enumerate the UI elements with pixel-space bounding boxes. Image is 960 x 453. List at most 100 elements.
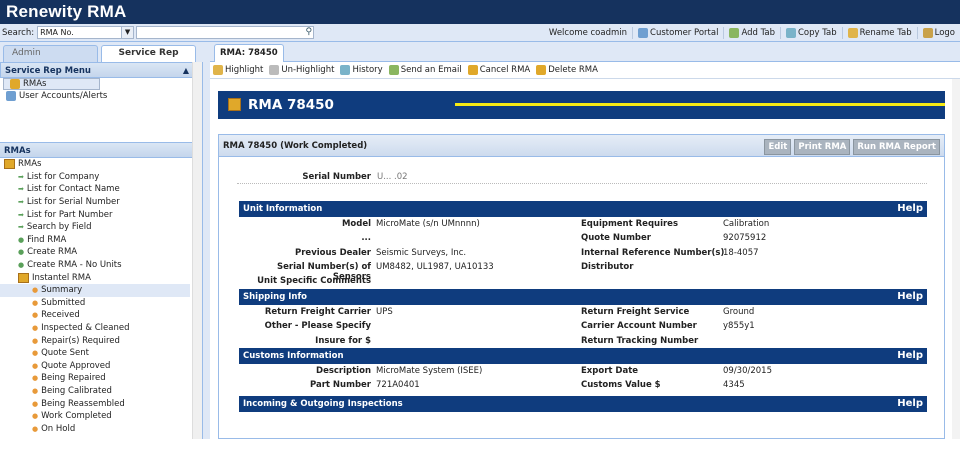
tree-item-label: Submitted [41,297,86,308]
tree-item[interactable]: ● Inspected & Cleaned [0,322,190,335]
rename-tab-label: Rename Tab [859,28,912,38]
tree-item[interactable]: ● Being Reassembled [0,397,190,410]
tree-item[interactable]: ● Received [0,309,190,322]
search-bar: Search: RMA No. ▼ ⚲ Welcome coadmin Custo… [0,24,960,42]
field-row: Insure for $ Return Tracking Number [239,336,927,349]
email-icon [388,65,399,75]
tree-item[interactable]: ● Repair(s) Required [0,334,190,347]
field-value: y855y1 [723,321,755,332]
field-label: Previous Dealer [295,247,371,258]
tree-item-label: Create RMA - No Units [27,260,122,271]
rmas-panel-title: RMAs [4,146,31,156]
field-label: Export Date [581,366,639,376]
left-scrollbar[interactable] [192,62,202,439]
unhighlight-label: Un-Highlight [281,65,335,75]
tree-item[interactable]: ● Being Repaired [0,372,190,385]
tab-rma-78450[interactable]: RMA: 78450 [214,44,284,62]
tree-item-label: Repair(s) Required [41,335,120,346]
tree-item-label: List for Contact Name [26,184,120,195]
tree-item[interactable]: ● Create RMA [0,246,190,259]
serial-number-row: Serial Number U... .02 [237,168,927,184]
send-email-button[interactable]: Send an Email [388,65,462,75]
search-label: Search: [2,27,35,38]
tab-service-rep[interactable]: Service Rep [101,45,196,62]
section-title: Incoming & Outgoing Inspections [243,399,403,409]
highlight-button[interactable]: Highlight [213,65,263,75]
help-link[interactable]: Help [897,291,923,302]
search-field-select[interactable]: RMA No. ▼ [37,26,135,39]
tab-admin[interactable]: Admin [3,45,98,62]
service-menu-header[interactable]: Service Rep Menu ▲ [0,62,202,78]
tree-item-label: List for Serial Number [26,197,120,208]
search-icon[interactable]: ⚲ [305,27,312,37]
logout-link[interactable]: Logo [916,27,960,39]
tree-item[interactable]: ➡ Search by Field [0,221,190,234]
copy-tab-label: Copy Tab [798,28,837,38]
user-icon [638,28,649,38]
tree-item[interactable]: ● Work Completed [0,410,190,423]
help-link[interactable]: Help [897,350,923,361]
tree-item[interactable]: ● Create RMA - No Units [0,259,190,272]
add-tab-label: Add Tab [741,28,775,38]
field-label: Distributor [581,261,634,272]
rmas-panel-header[interactable]: RMAs [0,142,193,158]
field-label: Equipment Requires [581,219,679,229]
print-rma-button[interactable]: Print RMA [794,139,851,155]
field-row: Other - Please Specify Carrier Account Nu… [239,321,927,334]
bullet-icon: ● [32,374,39,383]
help-link[interactable]: Help [897,203,923,214]
field-label: Unit Specific Comments [257,276,371,287]
edit-button[interactable]: Edit [764,139,792,155]
bullet-icon: ➡ [18,223,24,232]
field-value: UPS [376,307,393,317]
tree-item[interactable]: ● Being Calibrated [0,385,190,398]
tree-item[interactable]: ● On Hold [0,422,190,435]
bullet-icon: ● [32,349,39,358]
rma-detail-header: RMA 78450 (Work Completed) Edit Print RM… [219,135,944,157]
bullet-icon: ● [32,324,39,333]
field-row: Model MicroMate (s/n UMnnnn) Equipment Req… [239,219,927,232]
unhighlight-button[interactable]: Un-Highlight [269,65,334,75]
tree-item[interactable]: ➡ List for Part Number [0,208,190,221]
tree-item[interactable]: ● Quote Approved [0,360,190,373]
customer-portal-link[interactable]: Customer Portal [632,27,723,39]
tree-item[interactable]: ● Quote Sent [0,347,190,360]
tree-item-label: Create RMA [27,247,78,258]
tree-item[interactable]: ● Submitted [0,297,190,310]
menu-item-rmas[interactable]: RMAs [3,78,100,90]
rename-tab-link[interactable]: Rename Tab [841,27,917,39]
field-label: Customs Value $ [581,380,661,391]
tree-item[interactable]: Instantel RMA [0,271,190,284]
run-rma-report-button[interactable]: Run RMA Report [853,139,940,155]
copy-tab-link[interactable]: Copy Tab [780,27,842,39]
bullet-icon: ➡ [18,198,24,207]
box-icon [228,98,241,111]
add-tab-link[interactable]: Add Tab [723,27,780,39]
collapse-icon[interactable]: ▲ [183,66,189,75]
search-input[interactable]: ⚲ [136,26,315,39]
send-email-label: Send an Email [400,65,462,75]
tree-item-label: Quote Sent [41,348,89,359]
menu-item-user-accounts[interactable]: User Accounts/Alerts [0,90,202,102]
delete-rma-button[interactable]: Delete RMA [536,65,598,75]
tree-item[interactable]: RMAs [0,158,190,171]
app-title: Renewity RMA [0,0,960,24]
tree-item[interactable]: ➡ List for Contact Name [0,183,190,196]
panel-splitter[interactable] [203,42,210,439]
help-link[interactable]: Help [897,398,923,409]
section-header: Customs Information Help [239,348,927,364]
chevron-down-icon[interactable]: ▼ [121,27,134,38]
field-value: MicroMate System (ISEE) [376,366,483,376]
history-button[interactable]: History [340,65,383,75]
rma-detail-panel: RMA 78450 (Work Completed) Edit Print RM… [218,134,945,439]
tree-item[interactable]: ➡ List for Serial Number [0,196,190,209]
bullet-icon: ● [32,361,39,370]
cancel-rma-button[interactable]: Cancel RMA [467,65,530,75]
tree-item[interactable]: ● Find RMA [0,234,190,247]
tree-item[interactable]: ● Summary [0,283,190,297]
tree-item[interactable]: ➡ List for Company [0,171,190,184]
menu-item-user-accounts-label: User Accounts/Alerts [19,91,108,101]
field-value: Seismic Surveys, Inc. [376,247,467,258]
unhighlight-icon [269,65,280,75]
content-scrollbar[interactable] [952,79,960,439]
